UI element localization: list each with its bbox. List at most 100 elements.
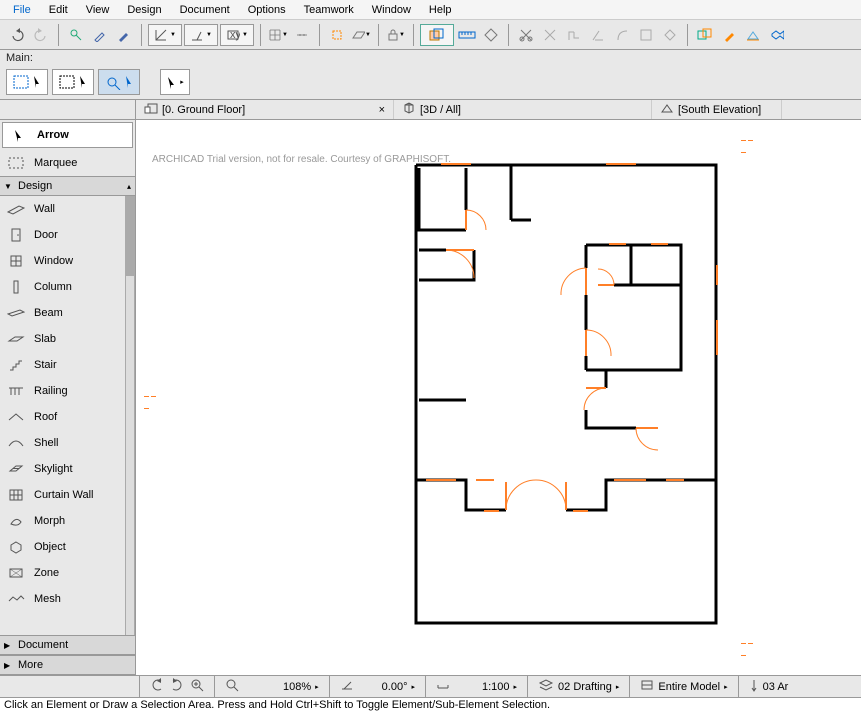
open-view-button[interactable] (742, 24, 764, 46)
menu-document[interactable]: Document (171, 4, 239, 16)
plane-button[interactable]: ▼ (350, 24, 372, 46)
tool-roof[interactable]: Roof (0, 404, 125, 430)
tool-beam[interactable]: Beam (0, 300, 125, 326)
tool-curtain-wall[interactable]: Curtain Wall (0, 482, 125, 508)
tool-slab[interactable]: Slab (0, 326, 125, 352)
coord-dropdown[interactable]: xy▼ (220, 24, 254, 46)
section-design[interactable]: ▼Design▴ (0, 176, 135, 196)
tab-3d[interactable]: [3D / All] (394, 100, 652, 119)
main-toolbar: ▼ ▼ xy▼ ▼ ▼ ▼ (0, 20, 861, 50)
split-button[interactable] (539, 24, 561, 46)
menu-bar: File Edit View Design Document Options T… (0, 0, 861, 20)
toolbox-scrollbar[interactable] (125, 196, 135, 635)
tool-label: Zone (34, 567, 59, 579)
intersect-button[interactable] (587, 24, 609, 46)
show-sel-button[interactable] (694, 24, 716, 46)
chevron-right-icon[interactable]: ▸ (616, 683, 620, 691)
trim-button[interactable] (515, 24, 537, 46)
tool-skylight[interactable]: Skylight (0, 456, 125, 482)
measure-button[interactable] (456, 24, 478, 46)
resize-button[interactable] (635, 24, 657, 46)
tool-object[interactable]: Object (0, 534, 125, 560)
inject-button[interactable] (113, 24, 135, 46)
tool-stair[interactable]: Stair (0, 352, 125, 378)
tool-shell[interactable]: Shell (0, 430, 125, 456)
zoom-icon[interactable] (225, 678, 239, 695)
adjust-button[interactable] (563, 24, 585, 46)
tab-ground-floor[interactable]: [0. Ground Floor] × (136, 100, 394, 119)
menu-help[interactable]: Help (420, 4, 461, 16)
menu-file[interactable]: File (4, 4, 40, 16)
extra-icon[interactable] (749, 678, 759, 695)
tool-label: Beam (34, 307, 63, 319)
tool-zone[interactable]: Zone (0, 560, 125, 586)
angle-dropdown[interactable]: ▼ (184, 24, 218, 46)
view-bar: 108% ▸ 0.00° ▸ 1:100 ▸ 02 Drafting ▸ Ent… (0, 675, 861, 697)
menu-view[interactable]: View (77, 4, 119, 16)
slab-icon (6, 330, 26, 348)
undo-button[interactable] (6, 24, 28, 46)
layer-icon[interactable] (538, 679, 554, 694)
element-info-button[interactable] (480, 24, 502, 46)
tool-column[interactable]: Column (0, 274, 125, 300)
tool-label: Window (34, 255, 73, 267)
tool-arrow[interactable]: Arrow (2, 122, 133, 148)
tab-elevation[interactable]: [South Elevation] (652, 100, 782, 119)
scale-value[interactable]: 1:100 (482, 681, 510, 693)
ruler-dropdown[interactable]: ▼ (148, 24, 182, 46)
eyedropper-button[interactable] (89, 24, 111, 46)
menu-teamwork[interactable]: Teamwork (295, 4, 363, 16)
view-tabs: [0. Ground Floor] × [3D / All] [South El… (0, 100, 861, 120)
window-icon (6, 252, 26, 270)
tool-mesh[interactable]: Mesh (0, 586, 125, 612)
navigator-button[interactable] (766, 24, 788, 46)
extra-value[interactable]: 03 Ar (763, 681, 789, 693)
tool-door[interactable]: Door (0, 222, 125, 248)
drawing-canvas[interactable]: ARCHICAD Trial version, not for resale. … (136, 120, 861, 675)
fwd-view-icon[interactable] (170, 678, 184, 695)
tool-window[interactable]: Window (0, 248, 125, 274)
curtain-icon (6, 486, 26, 504)
close-icon[interactable]: × (379, 104, 385, 116)
chevron-right-icon[interactable]: ▸ (411, 683, 415, 691)
sel-mode-3[interactable] (98, 69, 140, 95)
tool-railing[interactable]: Railing (0, 378, 125, 404)
tool-morph[interactable]: Morph (0, 508, 125, 534)
menu-design[interactable]: Design (118, 4, 170, 16)
model-value[interactable]: Entire Model (658, 681, 720, 693)
chevron-right-icon[interactable]: ▸ (315, 683, 319, 691)
menu-window[interactable]: Window (363, 4, 420, 16)
sel-mode-2[interactable] (52, 69, 94, 95)
object-icon (6, 538, 26, 556)
model-icon[interactable] (640, 679, 654, 694)
zoom-fit-icon[interactable] (190, 678, 204, 695)
zoom-value[interactable]: 108% (283, 681, 311, 693)
angle-icon[interactable] (340, 678, 354, 695)
pickup-button[interactable] (65, 24, 87, 46)
tool-marquee[interactable]: Marquee (0, 150, 135, 176)
tool-label: Column (34, 281, 72, 293)
chevron-right-icon[interactable]: ▸ (724, 683, 728, 691)
menu-edit[interactable]: Edit (40, 4, 77, 16)
offset-button[interactable] (659, 24, 681, 46)
sel-arrow-dropdown[interactable]: ▸ (160, 69, 190, 95)
grid-snap-button[interactable]: ▼ (267, 24, 289, 46)
section-more[interactable]: ▶More (0, 655, 135, 675)
trace-button[interactable] (420, 24, 454, 46)
edit-sel-button[interactable] (718, 24, 740, 46)
sel-mode-1[interactable] (6, 69, 48, 95)
angle-value[interactable]: 0.00° (382, 681, 408, 693)
section-document[interactable]: ▶Document (0, 635, 135, 655)
chevron-right-icon[interactable]: ▸ (514, 683, 518, 691)
tool-label: Door (34, 229, 58, 241)
scale-icon[interactable] (436, 679, 450, 694)
layer-value[interactable]: 02 Drafting (558, 681, 612, 693)
menu-options[interactable]: Options (239, 4, 295, 16)
guideline-button[interactable] (326, 24, 348, 46)
back-view-icon[interactable] (150, 678, 164, 695)
fillet-button[interactable] (611, 24, 633, 46)
snap-button[interactable] (291, 24, 313, 46)
redo-button[interactable] (30, 24, 52, 46)
lock-button[interactable]: ▼ (385, 24, 407, 46)
tool-wall[interactable]: Wall (0, 196, 125, 222)
